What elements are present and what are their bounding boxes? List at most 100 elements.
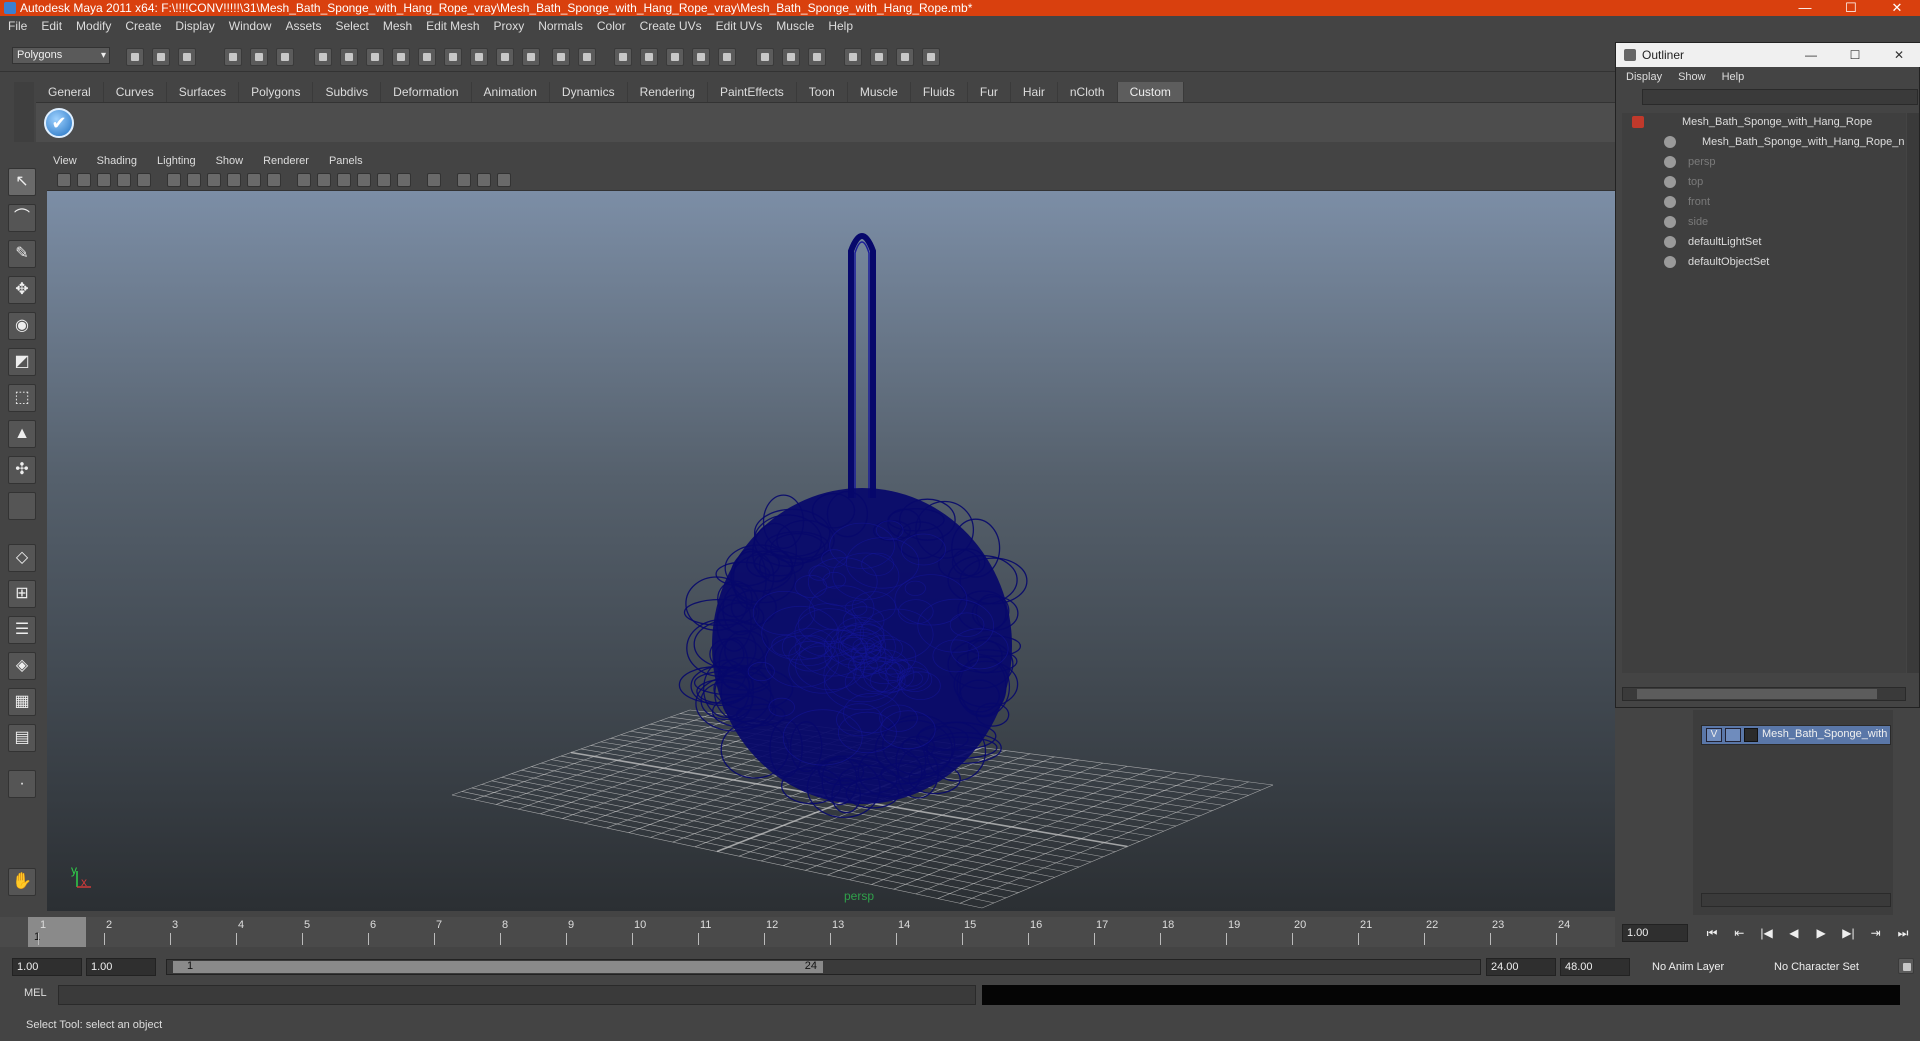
outliner-item[interactable]: top — [1622, 173, 1906, 191]
snap-point-icon[interactable] — [666, 48, 684, 66]
ipr-render-icon[interactable] — [870, 48, 888, 66]
outliner-close-button[interactable]: ✕ — [1877, 43, 1920, 67]
use-all-lights-icon[interactable] — [377, 173, 391, 187]
shelf-tab-subdivs[interactable]: Subdivs — [313, 82, 382, 102]
snap-grid-icon[interactable] — [614, 48, 632, 66]
four-view-layout-icon[interactable]: ⊞ — [8, 580, 36, 608]
shelf-tab-deformation[interactable]: Deformation — [381, 82, 472, 102]
xray-joints-icon[interactable] — [477, 173, 491, 187]
outliner-menu-display[interactable]: Display — [1626, 71, 1662, 83]
outliner-item[interactable]: Mesh_Bath_Sponge_with_Hang_Rope — [1622, 113, 1906, 131]
step-back-frame-button[interactable]: |◀ — [1755, 926, 1779, 944]
select-by-surface-icon[interactable] — [392, 48, 410, 66]
outliner-vertical-scrollbar[interactable] — [1907, 113, 1919, 673]
camera-attributes-icon[interactable] — [77, 173, 91, 187]
shelf-tab-rendering[interactable]: Rendering — [627, 82, 708, 102]
shelf-tab-toon[interactable]: Toon — [796, 82, 848, 102]
shelf-tab-ncloth[interactable]: nCloth — [1057, 82, 1118, 102]
hypershade-icon[interactable] — [922, 48, 940, 66]
shelf-tab-animation[interactable]: Animation — [471, 82, 550, 102]
safe-action-icon[interactable] — [227, 173, 241, 187]
open-scene-icon[interactable] — [152, 48, 170, 66]
viewport-menu-panels[interactable]: Panels — [329, 155, 363, 167]
bookmarks-icon[interactable] — [97, 173, 111, 187]
menu-mesh[interactable]: Mesh — [383, 19, 412, 33]
shelf-tab-curves[interactable]: Curves — [103, 82, 167, 102]
isolate-select-icon[interactable] — [427, 173, 441, 187]
image-plane-icon[interactable] — [117, 173, 131, 187]
go-to-start-button[interactable]: ⏮ — [1700, 926, 1724, 944]
viewport-menu-shading[interactable]: Shading — [97, 155, 137, 167]
xray-icon[interactable] — [457, 173, 471, 187]
highlight-selection-icon[interactable] — [578, 48, 596, 66]
move-tool-icon[interactable]: ✥ — [8, 276, 36, 304]
viewport-menu-view[interactable]: View — [53, 155, 77, 167]
select-hierarchy-icon[interactable] — [224, 48, 242, 66]
last-tool-icon[interactable] — [8, 492, 36, 520]
select-by-deformation-icon[interactable] — [418, 48, 436, 66]
persp-outliner-layout-icon[interactable]: ☰ — [8, 616, 36, 644]
shelf-menu-handle[interactable] — [14, 82, 34, 142]
menu-help[interactable]: Help — [828, 19, 853, 33]
outliner-horizontal-scrollbar[interactable] — [1622, 687, 1906, 701]
viewport-menu-show[interactable]: Show — [216, 155, 244, 167]
menu-display[interactable]: Display — [175, 19, 214, 33]
single-perspective-layout-icon[interactable]: ◇ — [8, 544, 36, 572]
menu-edit-uvs[interactable]: Edit UVs — [716, 19, 763, 33]
shelf-tab-general[interactable]: General — [36, 82, 104, 102]
select-by-rendering-icon[interactable] — [470, 48, 488, 66]
viewport-menu-lighting[interactable]: Lighting — [157, 155, 196, 167]
custom-layout-icon[interactable]: ▤ — [8, 724, 36, 752]
menu-window[interactable]: Window — [229, 19, 272, 33]
backface-culling-icon[interactable] — [497, 173, 511, 187]
maximize-button[interactable]: ☐ — [1828, 0, 1874, 16]
render-frame-icon[interactable] — [844, 48, 862, 66]
shelf-tab-surfaces[interactable]: Surfaces — [166, 82, 240, 102]
shelf-tab-muscle[interactable]: Muscle — [847, 82, 911, 102]
snap-view-plane-icon[interactable] — [692, 48, 710, 66]
make-live-icon[interactable] — [718, 48, 736, 66]
scale-tool-icon[interactable]: ◩ — [8, 348, 36, 376]
shelf-tab-fluids[interactable]: Fluids — [910, 82, 968, 102]
checkmark-shelf-icon[interactable]: ✔ — [44, 108, 74, 138]
snap-curve-icon[interactable] — [640, 48, 658, 66]
wireframe-on-shaded-icon[interactable] — [337, 173, 351, 187]
soft-modification-icon[interactable]: ▲ — [8, 420, 36, 448]
outliner-scroll-thumb[interactable] — [1637, 689, 1877, 699]
menu-create-uvs[interactable]: Create UVs — [640, 19, 702, 33]
shelf-tab-polygons[interactable]: Polygons — [239, 82, 314, 102]
resolution-gate-icon[interactable] — [167, 173, 181, 187]
outliner-menu-show[interactable]: Show — [1678, 71, 1706, 83]
smooth-shade-icon[interactable] — [317, 173, 331, 187]
textured-icon[interactable] — [357, 173, 371, 187]
layer-playback-toggle[interactable] — [1725, 728, 1741, 742]
select-by-curve-icon[interactable] — [366, 48, 384, 66]
outliner-item[interactable]: Mesh_Bath_Sponge_with_Hang_Rope_n — [1622, 133, 1906, 151]
select-object-icon[interactable] — [250, 48, 268, 66]
menu-create[interactable]: Create — [125, 19, 161, 33]
render-settings-icon[interactable] — [896, 48, 914, 66]
outliner-search-input[interactable] — [1642, 89, 1918, 105]
menu-color[interactable]: Color — [597, 19, 626, 33]
safe-title-icon[interactable] — [247, 173, 261, 187]
current-time-field[interactable]: 1.00 — [1622, 924, 1688, 942]
hypershade-layout-icon[interactable]: ▦ — [8, 688, 36, 716]
save-scene-icon[interactable] — [178, 48, 196, 66]
outliner-item[interactable]: persp — [1622, 153, 1906, 171]
new-scene-icon[interactable] — [126, 48, 144, 66]
character-set-dropdown[interactable]: No Character Set — [1774, 958, 1884, 976]
shelf-tab-fur[interactable]: Fur — [967, 82, 1011, 102]
playback-start-field[interactable]: 1.00 — [86, 958, 156, 976]
select-component-icon[interactable] — [276, 48, 294, 66]
playback-end-field[interactable]: 24.00 — [1486, 958, 1556, 976]
input-ops-icon[interactable] — [756, 48, 774, 66]
camera-select-icon[interactable] — [57, 173, 71, 187]
command-input[interactable] — [58, 985, 976, 1005]
menu-edit[interactable]: Edit — [41, 19, 62, 33]
range-bar[interactable]: 1 24 — [166, 959, 1481, 975]
grid-toggle-icon[interactable] — [267, 173, 281, 187]
select-by-handle-icon[interactable] — [314, 48, 332, 66]
menu-assets[interactable]: Assets — [285, 19, 321, 33]
shelf-tab-hair[interactable]: Hair — [1010, 82, 1058, 102]
lock-selection-icon[interactable] — [552, 48, 570, 66]
